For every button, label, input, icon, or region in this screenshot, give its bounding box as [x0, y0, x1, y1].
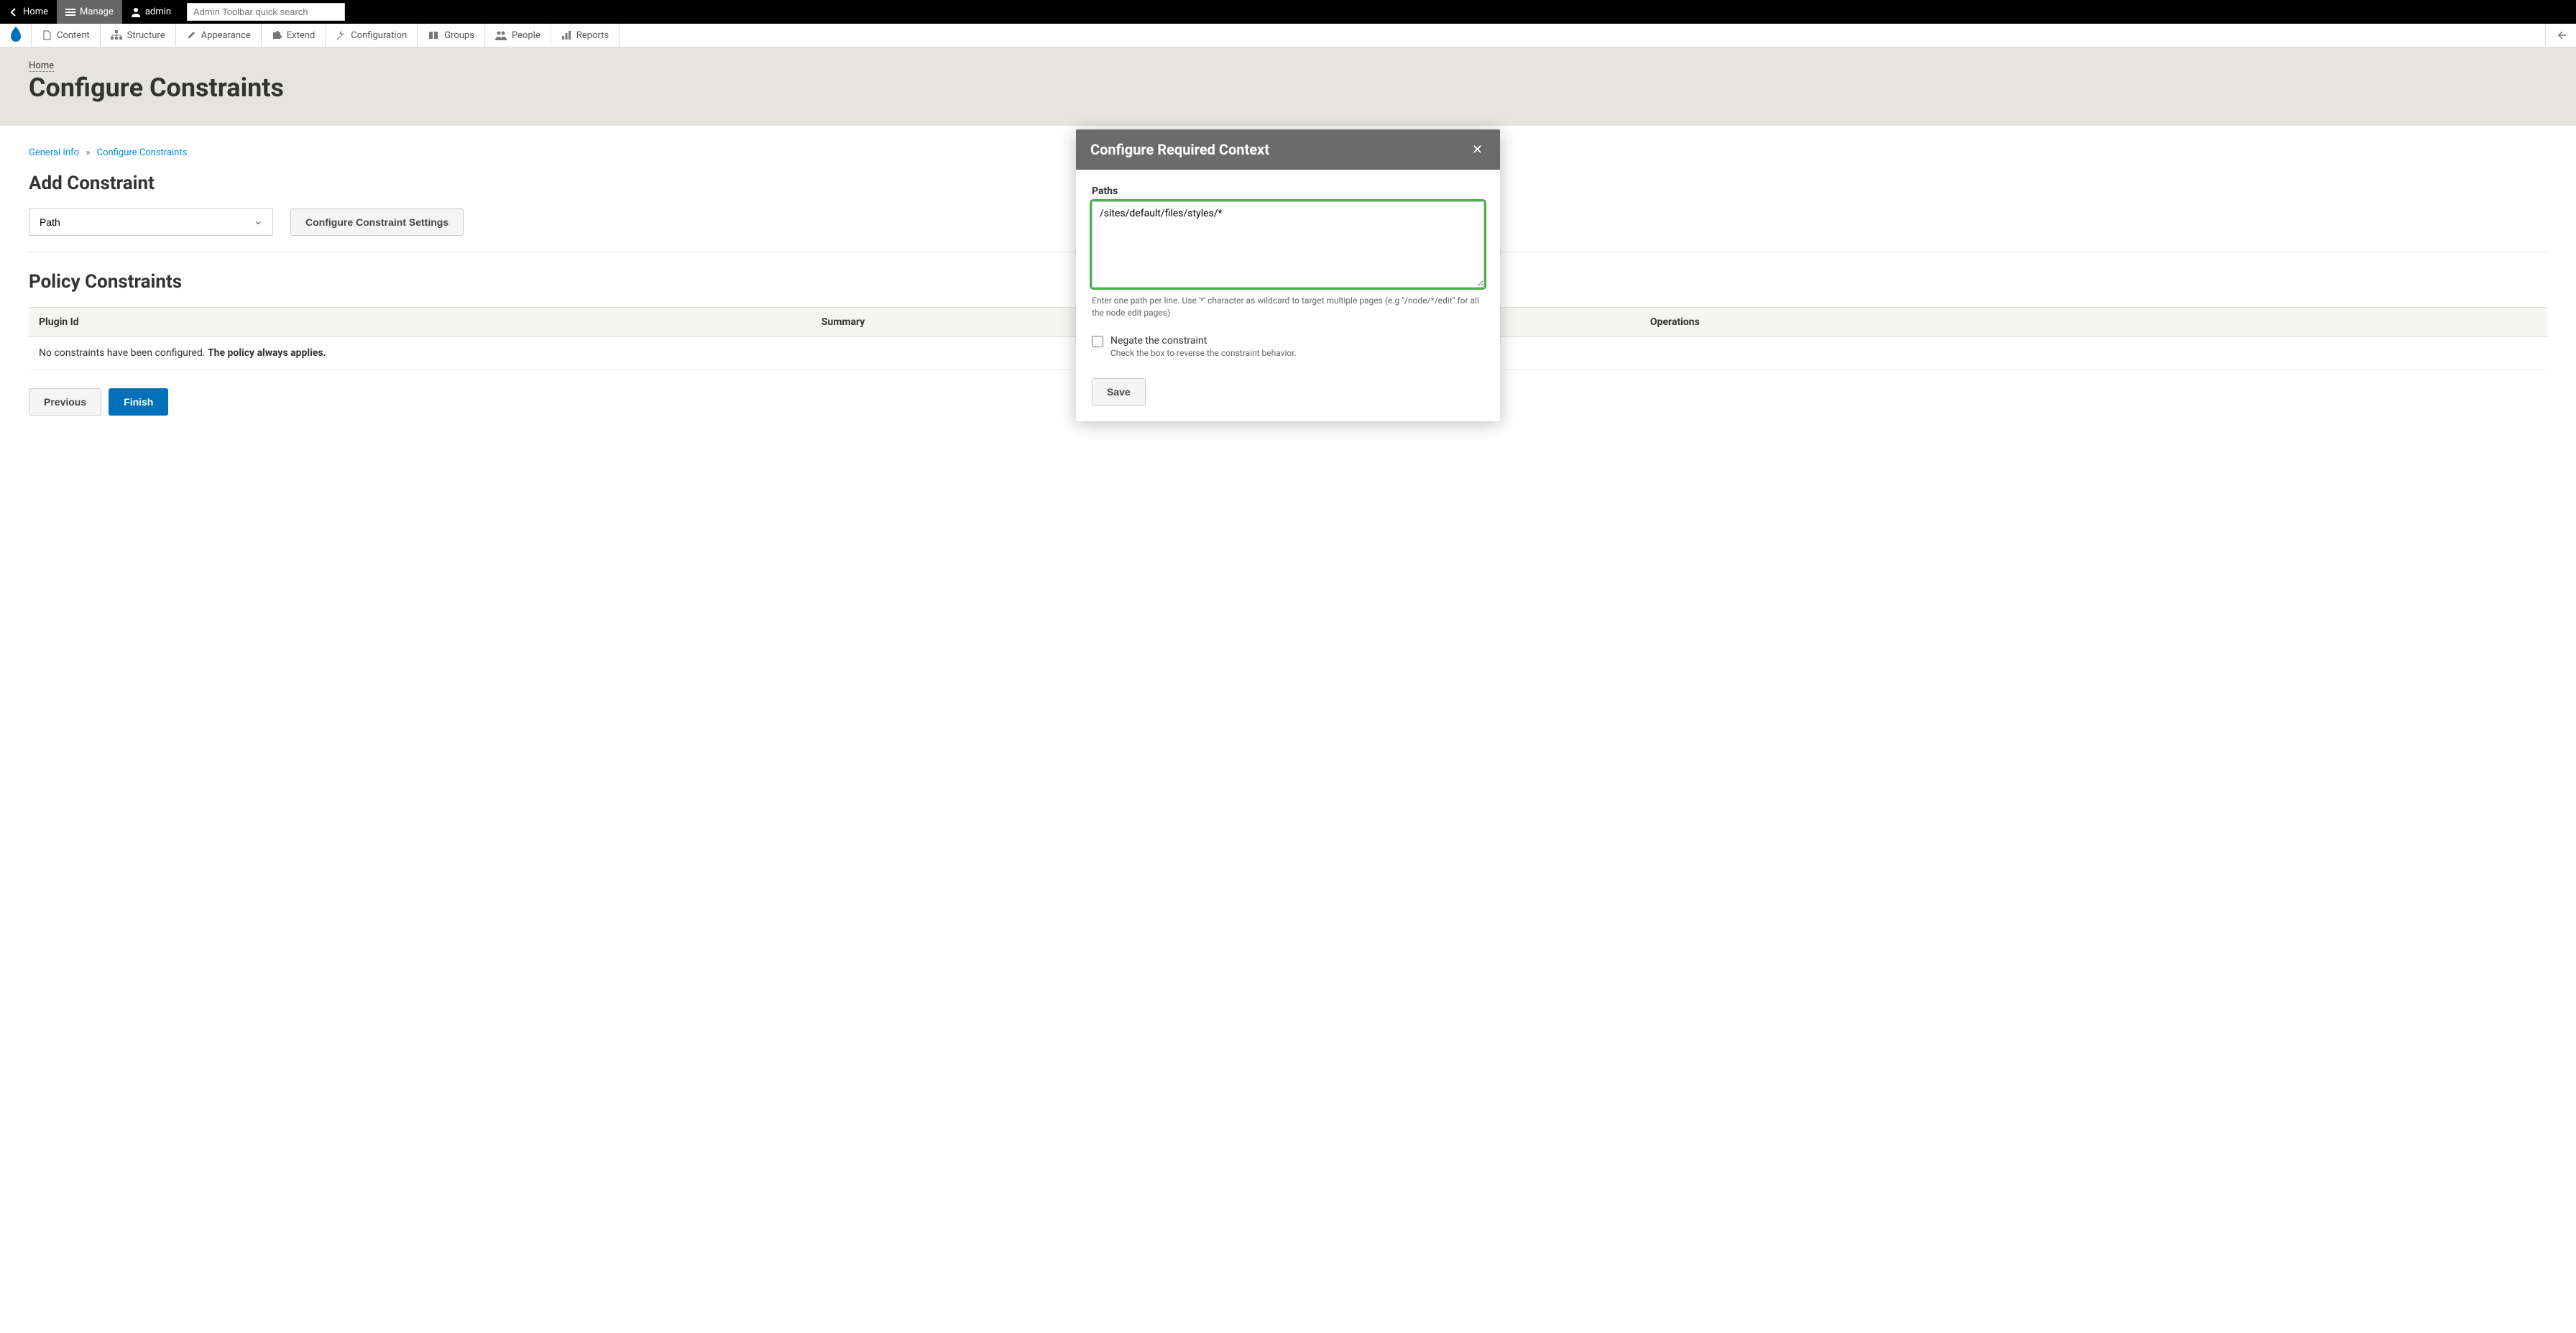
document-icon	[42, 30, 52, 40]
toolbar-orientation-toggle[interactable]	[2545, 24, 2576, 47]
groups-icon	[428, 30, 439, 40]
previous-button[interactable]: Previous	[29, 388, 101, 416]
negate-row: Negate the constraint Check the box to r…	[1092, 335, 1484, 358]
configure-context-modal: Configure Required Context ✕ Paths /site…	[1076, 129, 1500, 421]
breadcrumb: Home	[29, 60, 2547, 71]
negate-checkbox[interactable]	[1092, 336, 1103, 347]
admin-menu-structure[interactable]: Structure	[101, 24, 176, 47]
step-separator: »	[86, 147, 90, 158]
save-button[interactable]: Save	[1092, 378, 1146, 406]
hamburger-icon	[65, 7, 75, 17]
toolbar-home-label: Home	[23, 6, 48, 17]
admin-menu-configuration-label: Configuration	[351, 30, 407, 41]
admin-menu-appearance[interactable]: Appearance	[176, 24, 262, 47]
admin-menu-extend-label: Extend	[287, 30, 316, 41]
paths-description: Enter one path per line. Use '*' charact…	[1092, 295, 1484, 319]
modal-close-button[interactable]: ✕	[1469, 142, 1486, 157]
toolbar-manage-button[interactable]: Manage	[57, 0, 122, 24]
configure-constraint-button[interactable]: Configure Constraint Settings	[290, 209, 464, 236]
admin-menu-groups[interactable]: Groups	[418, 24, 485, 47]
col-operations: Operations	[1640, 308, 2547, 337]
arrow-left-icon	[2556, 30, 2566, 40]
structure-icon	[111, 30, 122, 40]
paths-textarea[interactable]: /sites/default/files/styles/*	[1092, 201, 1484, 288]
wrench-icon	[336, 30, 346, 40]
admin-toolbar-search-input[interactable]	[187, 3, 345, 21]
admin-menu-content-label: Content	[57, 30, 90, 41]
negate-description: Check the box to reverse the constraint …	[1110, 348, 1297, 358]
finish-button[interactable]: Finish	[109, 388, 168, 416]
step-general-info-link[interactable]: General Info	[29, 147, 79, 158]
admin-toolbar-top: Home Manage admin	[0, 0, 2576, 24]
empty-prefix: No constraints have been configured.	[39, 347, 208, 359]
toolbar-admin-label: admin	[145, 6, 171, 17]
drupal-logo-icon[interactable]	[0, 24, 32, 47]
modal-header: Configure Required Context ✕	[1076, 129, 1500, 170]
admin-menu-extend[interactable]: Extend	[262, 24, 326, 47]
page-title: Configure Constraints	[29, 73, 2547, 103]
puzzle-icon	[272, 30, 282, 40]
modal-title: Configure Required Context	[1090, 141, 1269, 158]
close-icon: ✕	[1472, 142, 1483, 157]
admin-menu: Content Structure Appearance Extend Conf…	[0, 24, 2576, 47]
page-header: Home Configure Constraints	[0, 47, 2576, 126]
back-arrow-icon	[9, 7, 19, 17]
negate-label-group: Negate the constraint Check the box to r…	[1110, 335, 1297, 358]
user-icon	[131, 7, 141, 17]
admin-menu-content[interactable]: Content	[32, 24, 101, 47]
admin-menu-people[interactable]: People	[485, 24, 551, 47]
toolbar-manage-label: Manage	[80, 6, 114, 17]
admin-menu-groups-label: Groups	[444, 30, 474, 41]
constraint-type-select-wrapper: Path	[29, 209, 273, 236]
people-icon	[495, 30, 507, 40]
admin-menu-reports-label: Reports	[576, 30, 609, 41]
admin-menu-reports[interactable]: Reports	[551, 24, 620, 47]
admin-menu-configuration[interactable]: Configuration	[326, 24, 418, 47]
empty-strong: The policy always applies.	[208, 347, 326, 359]
paths-label: Paths	[1092, 185, 1484, 197]
col-plugin-id: Plugin Id	[29, 308, 811, 337]
chart-icon	[561, 30, 571, 40]
toolbar-home-button[interactable]: Home	[0, 0, 57, 24]
modal-actions: Save	[1092, 378, 1484, 406]
admin-menu-people-label: People	[512, 30, 540, 41]
modal-body: Paths /sites/default/files/styles/* Ente…	[1076, 170, 1500, 421]
constraint-type-select[interactable]: Path	[29, 209, 273, 236]
toolbar-admin-button[interactable]: admin	[122, 0, 180, 24]
step-configure-constraints-link[interactable]: Configure Constraints	[97, 147, 188, 158]
negate-label: Negate the constraint	[1110, 335, 1297, 347]
breadcrumb-home-link[interactable]: Home	[29, 60, 54, 72]
admin-menu-structure-label: Structure	[127, 30, 165, 41]
toolbar-search-wrapper	[187, 3, 345, 21]
admin-menu-appearance-label: Appearance	[201, 30, 251, 41]
paintbrush-icon	[186, 30, 196, 40]
